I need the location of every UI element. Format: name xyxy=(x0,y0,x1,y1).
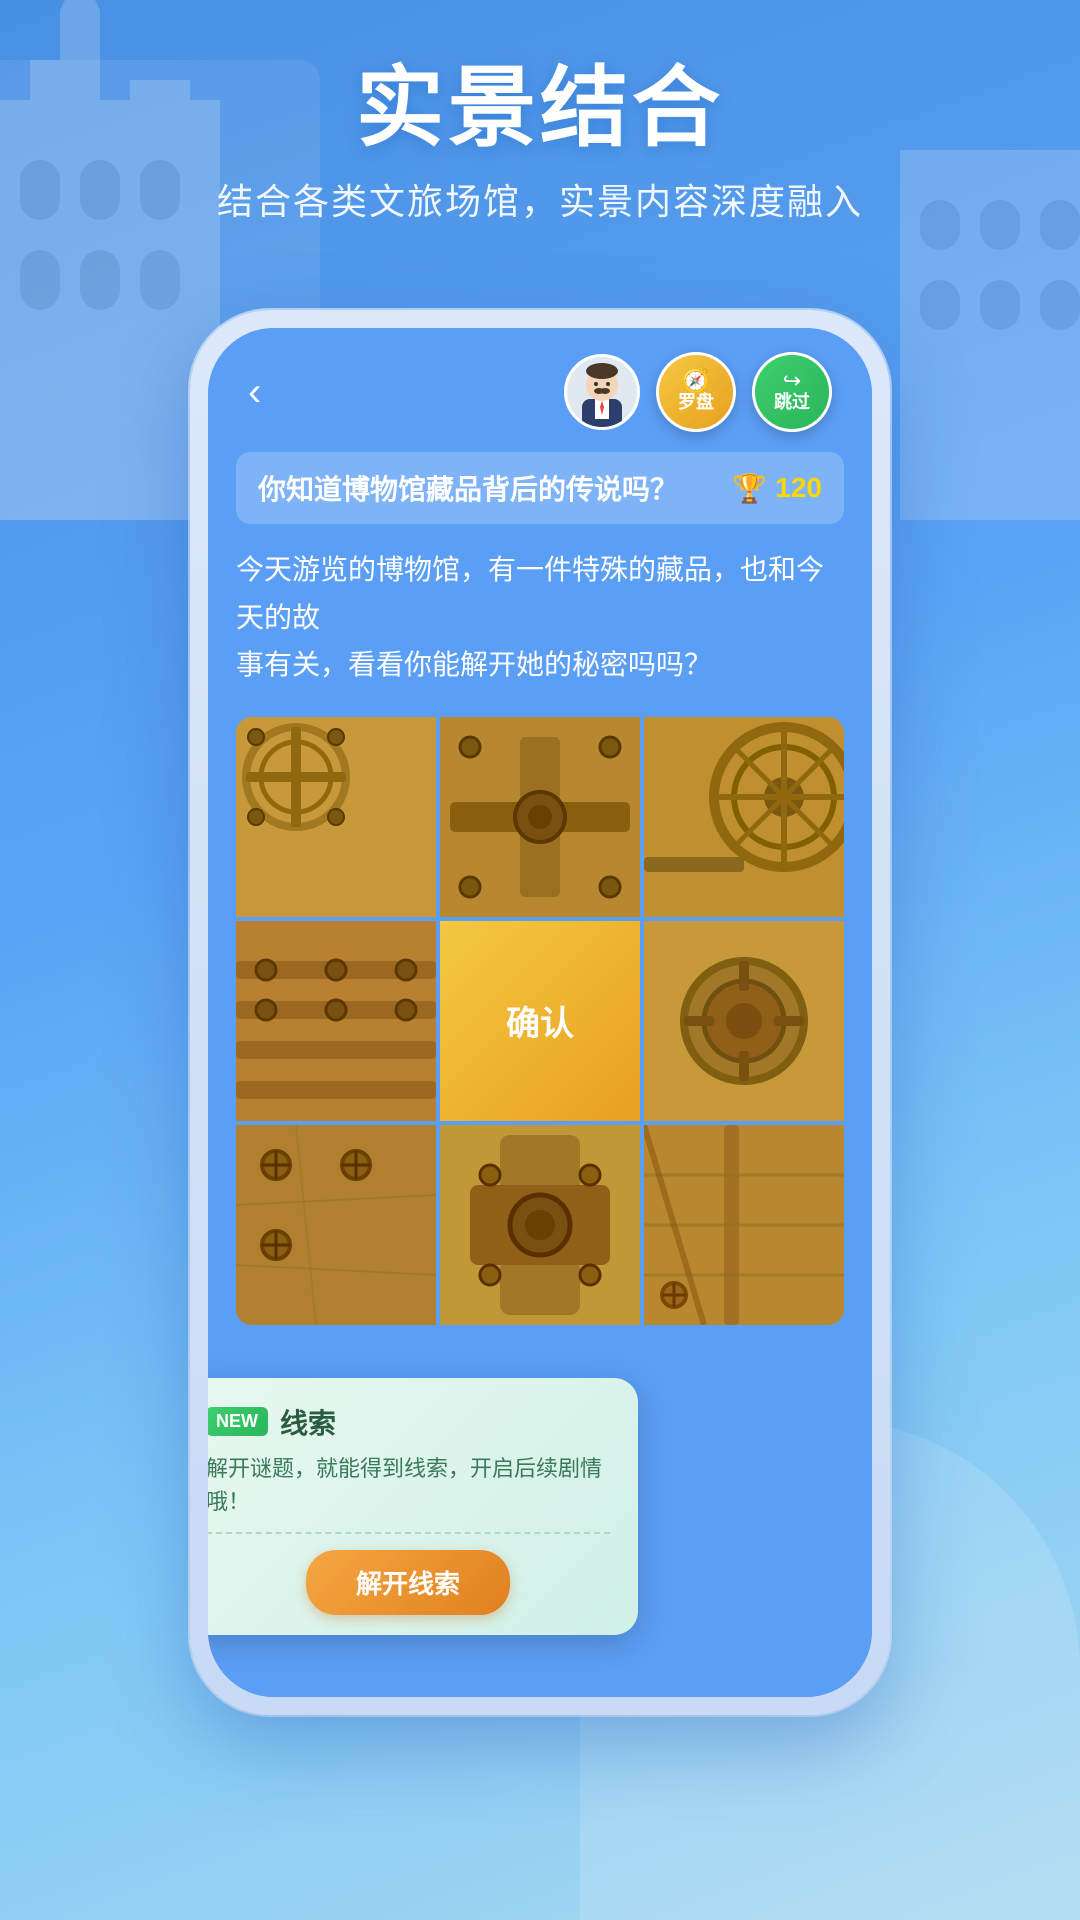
page-title: 实景结合 xyxy=(0,60,1080,157)
clue-card: NEW 线索 解开谜题，就能得到线索，开启后续剧情哦！ 解开线索 xyxy=(208,1378,638,1635)
puzzle-cell-6[interactable] xyxy=(644,921,844,1121)
compass-icon: 🧭 xyxy=(682,370,709,392)
avatar xyxy=(564,354,640,430)
confirm-button[interactable]: 确认 xyxy=(440,921,640,1121)
phone-mockup: ‹ xyxy=(190,310,890,1715)
trophy-icon: 🏆 xyxy=(732,472,767,505)
puzzle-cell-4[interactable] xyxy=(236,921,436,1121)
puzzle-cell-3[interactable] xyxy=(644,717,844,917)
header-section: 实景结合 结合各类文旅场馆，实景内容深度融入 xyxy=(0,60,1080,225)
page-subtitle: 结合各类文旅场馆，实景内容深度融入 xyxy=(0,173,1080,225)
skip-icon: ↪ xyxy=(783,370,801,392)
clue-title: 线索 xyxy=(280,1402,336,1442)
phone-outer-frame: ‹ xyxy=(190,310,890,1715)
skip-button[interactable]: ↪ 跳过 xyxy=(752,352,832,432)
clue-card-header: NEW 线索 xyxy=(208,1402,610,1442)
puzzle-cell-9[interactable] xyxy=(644,1125,844,1325)
phone-screen: ‹ xyxy=(208,328,872,1697)
unlock-button[interactable]: 解开线索 xyxy=(306,1550,510,1615)
compass-button[interactable]: 🧭 罗盘 xyxy=(656,352,736,432)
puzzle-cell-7[interactable] xyxy=(236,1125,436,1325)
confirm-text: 确认 xyxy=(506,996,574,1045)
new-badge: NEW xyxy=(208,1407,268,1436)
clue-card-spacer: NEW 线索 解开谜题，就能得到线索，开启后续剧情哦！ 解开线索 xyxy=(208,1325,872,1605)
phone-topbar: ‹ xyxy=(208,328,872,442)
score-area: 🏆 120 xyxy=(732,472,822,505)
puzzle-cell-8[interactable] xyxy=(440,1125,640,1325)
question-text: 你知道博物馆藏品背后的传说吗？ xyxy=(258,468,678,508)
compass-label: 罗盘 xyxy=(678,392,714,414)
puzzle-grid: 确认 xyxy=(236,717,844,1325)
topbar-right: 🧭 罗盘 ↪ 跳过 xyxy=(564,352,832,432)
question-bar: 你知道博物馆藏品背后的传说吗？ 🏆 120 xyxy=(236,452,844,524)
puzzle-cell-1[interactable] xyxy=(236,717,436,917)
back-button[interactable]: ‹ xyxy=(248,372,261,412)
score-value: 120 xyxy=(775,472,822,504)
clue-description: 解开谜题，就能得到线索，开启后续剧情哦！ xyxy=(208,1452,610,1534)
description-text: 今天游览的博物馆，有一件特殊的藏品，也和今天的故事有关，看看你能解开她的秘密吗吗… xyxy=(236,546,844,689)
puzzle-cell-2[interactable] xyxy=(440,717,640,917)
skip-label: 跳过 xyxy=(774,392,810,414)
